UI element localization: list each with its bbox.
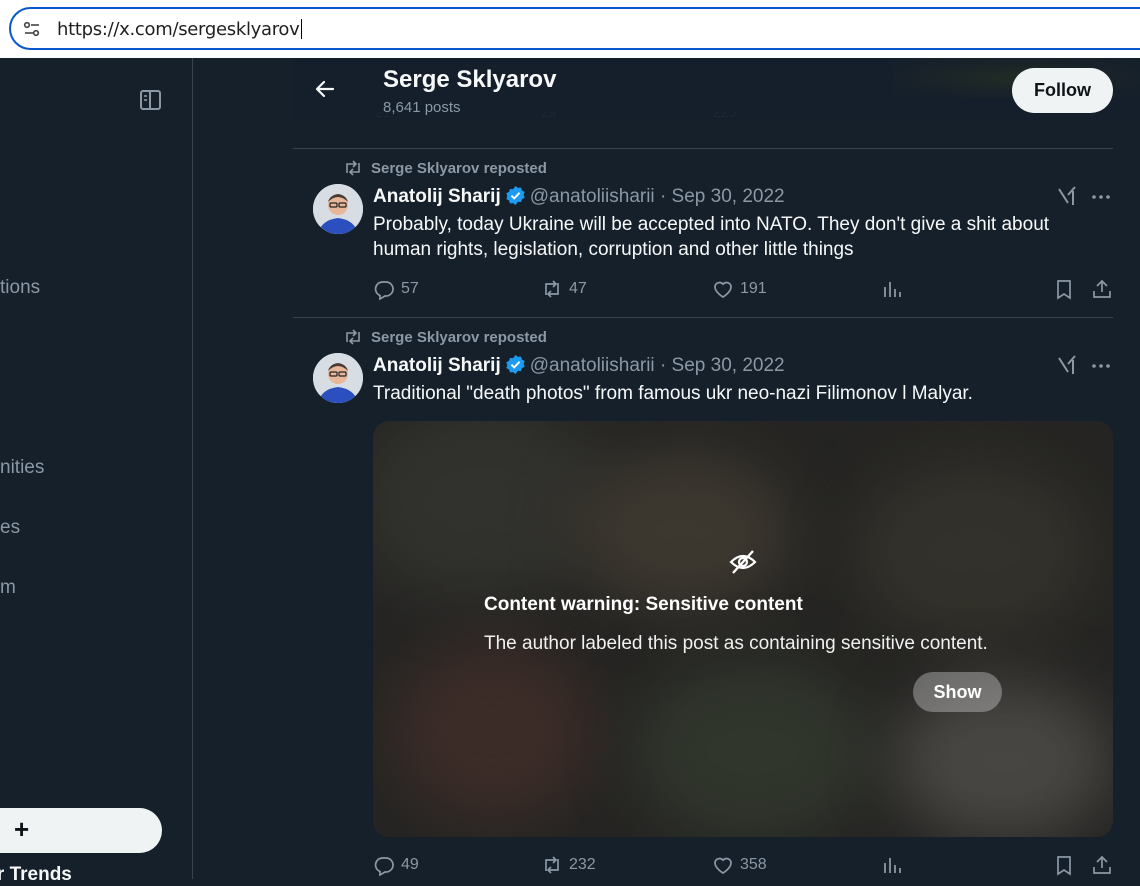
- share-icon: [1093, 279, 1111, 298]
- repost-button[interactable]: 47: [541, 278, 587, 300]
- repost-indicator: Serge Sklyarov reposted: [343, 160, 547, 177]
- separator-dot: ·: [659, 186, 667, 207]
- sensitive-media[interactable]: Content warning: Sensitive content The a…: [373, 421, 1113, 837]
- sidebar-item-notifications[interactable]: tions: [0, 277, 40, 299]
- compose-post-button[interactable]: +: [0, 808, 162, 853]
- content-warning-title: Content warning: Sensitive content: [484, 594, 803, 615]
- repost-icon: [545, 856, 559, 874]
- browser-toolbar: https://x.com/sergesklyarov: [0, 0, 1140, 58]
- tweet-text: Probably, today Ukraine will be accepted…: [373, 214, 1050, 260]
- share-button[interactable]: [1091, 854, 1119, 876]
- tweet-date[interactable]: Sep 30, 2022: [672, 186, 785, 207]
- address-bar[interactable]: https://x.com/sergesklyarov: [9, 7, 1140, 50]
- profile-name: Serge Sklyarov: [383, 66, 557, 93]
- tweet-text: Traditional "death photos" from famous u…: [373, 383, 973, 404]
- like-button[interactable]: 358: [712, 854, 767, 876]
- follow-button[interactable]: Follow: [1012, 68, 1113, 113]
- author-handle[interactable]: @anatoliisharii: [530, 186, 655, 207]
- reply-icon: [374, 857, 394, 876]
- eye-slash-icon: [729, 550, 757, 574]
- repost-icon: [346, 160, 360, 176]
- sidebar-item-communities[interactable]: nities: [0, 457, 44, 479]
- tweet[interactable]: Serge Sklyarov reposted Anatolij Sharij @…: [293, 149, 1140, 317]
- author-name[interactable]: Anatolij Sharij: [373, 355, 501, 376]
- reply-button[interactable]: 49: [373, 854, 419, 876]
- post-count: 8,641 posts: [383, 99, 461, 116]
- profile-header: Serge Sklyarov 8,641 posts Follow: [293, 58, 1140, 122]
- sidebar-item-premium[interactable]: es: [0, 517, 20, 539]
- grok-icon[interactable]: [1056, 354, 1078, 376]
- avatar[interactable]: [313, 353, 363, 403]
- heart-icon: [714, 281, 732, 298]
- bookmark-button[interactable]: [1053, 278, 1081, 300]
- heart-icon: [714, 857, 732, 874]
- bookmark-button[interactable]: [1053, 854, 1081, 876]
- show-sensitive-button[interactable]: Show: [913, 672, 1002, 712]
- repost-button[interactable]: 232: [541, 854, 596, 876]
- reply-icon: [374, 281, 394, 300]
- tweet-actions: 57 47 191: [373, 278, 1113, 302]
- tweet-header: Anatolij Sharij @anatoliisharii · Sep 30,…: [373, 354, 785, 377]
- like-button[interactable]: 191: [712, 278, 767, 300]
- tweet-actions: 49 232 358: [373, 854, 1113, 878]
- repost-icon: [346, 329, 360, 345]
- separator-dot: ·: [659, 355, 667, 376]
- repost-icon: [545, 280, 559, 298]
- verified-badge-icon: [506, 185, 525, 206]
- repost-indicator: Serge Sklyarov reposted: [343, 329, 547, 346]
- left-sidebar: tions nities es m + ter Trends: [0, 58, 193, 885]
- site-settings-icon[interactable]: [23, 20, 41, 38]
- tweet-header: Anatolij Sharij @anatoliisharii · Sep 30,…: [373, 185, 785, 208]
- verified-badge-icon: [506, 354, 525, 375]
- bookmark-icon: [1057, 856, 1071, 876]
- share-button[interactable]: [1091, 278, 1119, 300]
- media-overlay: [373, 421, 1113, 837]
- author-name[interactable]: Anatolij Sharij: [373, 186, 501, 207]
- avatar[interactable]: [313, 184, 363, 234]
- trends-label: ter Trends: [0, 864, 72, 885]
- bookmark-icon: [1057, 280, 1071, 300]
- share-icon: [1093, 855, 1111, 874]
- tweet[interactable]: Serge Sklyarov reposted Anatolij Sharij @…: [293, 318, 1140, 879]
- more-options-icon[interactable]: [1090, 186, 1112, 208]
- url-text[interactable]: https://x.com/sergesklyarov: [57, 19, 302, 40]
- back-arrow-icon[interactable]: [313, 77, 337, 101]
- views-button[interactable]: [881, 854, 909, 876]
- analytics-icon: [884, 858, 901, 873]
- views-button[interactable]: [881, 278, 909, 300]
- sidebar-toggle-icon[interactable]: [139, 89, 162, 111]
- analytics-icon: [884, 282, 901, 297]
- reply-button[interactable]: 57: [373, 278, 419, 300]
- sidebar-item-more[interactable]: m: [0, 577, 16, 599]
- tweet-date[interactable]: Sep 30, 2022: [672, 355, 785, 376]
- grok-icon[interactable]: [1056, 185, 1078, 207]
- content-warning-description: The author labeled this post as containi…: [484, 633, 988, 654]
- more-options-icon[interactable]: [1090, 355, 1112, 377]
- author-handle[interactable]: @anatoliisharii: [530, 355, 655, 376]
